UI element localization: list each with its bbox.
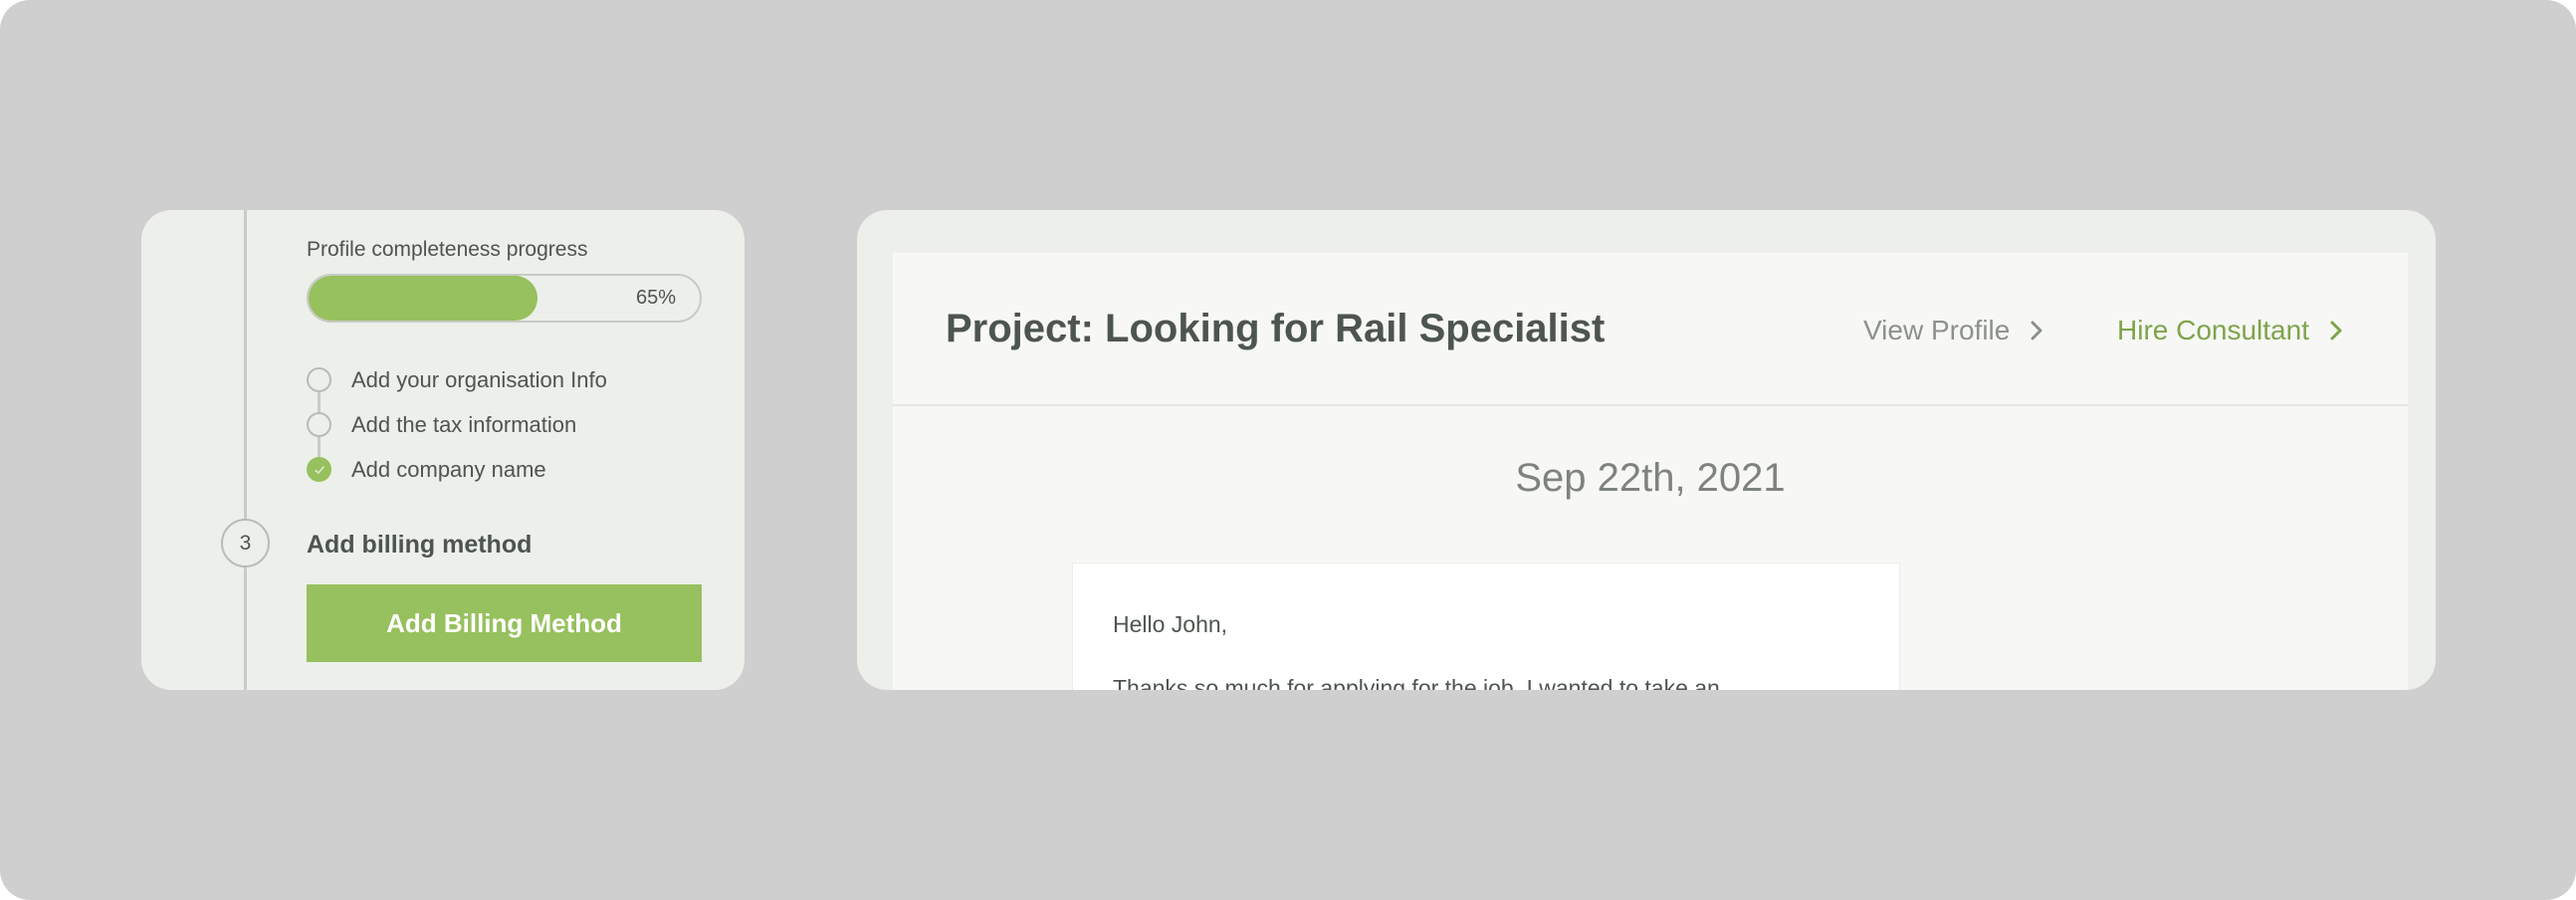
project-card: Project: Looking for Rail Specialist Vie… <box>857 210 2436 690</box>
checklist-item-label: Add your organisation Info <box>351 366 607 392</box>
checklist-item-label: Add company name <box>351 456 546 482</box>
add-billing-method-button[interactable]: Add Billing Method <box>307 584 702 662</box>
chevron-right-icon <box>2031 321 2042 340</box>
step-number-badge: 3 <box>221 519 270 567</box>
progress-title: Profile completeness progress <box>307 238 588 261</box>
hire-consultant-label: Hire Consultant <box>2117 315 2309 345</box>
project-title: Project: Looking for Rail Specialist <box>946 307 1606 350</box>
step-title: Add billing method <box>307 531 533 559</box>
message-card: Hello John, Thanks so much for applying … <box>1072 562 1900 690</box>
progress-percentage: 65% <box>635 287 676 309</box>
checklist-item-company-name[interactable]: Add company name <box>307 447 607 492</box>
canvas-background: Profile completeness progress 65% Add yo… <box>0 0 2576 900</box>
message-date: Sep 22th, 2021 <box>1515 456 1786 500</box>
view-profile-label: View Profile <box>1863 315 2011 345</box>
checklist-item-organisation-info[interactable]: Add your organisation Info <box>307 357 607 413</box>
project-panel: Project: Looking for Rail Specialist Vie… <box>893 253 2408 690</box>
timeline-line <box>244 210 247 690</box>
progress-bar-fill <box>309 276 537 321</box>
onboarding-card: Profile completeness progress 65% Add yo… <box>141 210 745 690</box>
checklist-item-label: Add the tax information <box>351 411 577 437</box>
chevron-right-icon <box>2330 321 2342 340</box>
message-body: Thanks so much for applying for the job.… <box>1113 675 1720 690</box>
unchecked-circle-icon <box>307 367 331 392</box>
check-icon <box>307 457 331 482</box>
unchecked-circle-icon <box>307 412 331 437</box>
profile-checklist: Add your organisation Info Add the tax i… <box>307 357 607 492</box>
progress-bar: 65% <box>307 274 702 323</box>
project-header: Project: Looking for Rail Specialist Vie… <box>893 253 2408 406</box>
checklist-item-tax-information[interactable]: Add the tax information <box>307 402 607 458</box>
view-profile-link[interactable]: View Profile <box>1863 315 2043 346</box>
message-greeting: Hello John, <box>1113 611 1228 637</box>
hire-consultant-link[interactable]: Hire Consultant <box>2117 315 2343 346</box>
